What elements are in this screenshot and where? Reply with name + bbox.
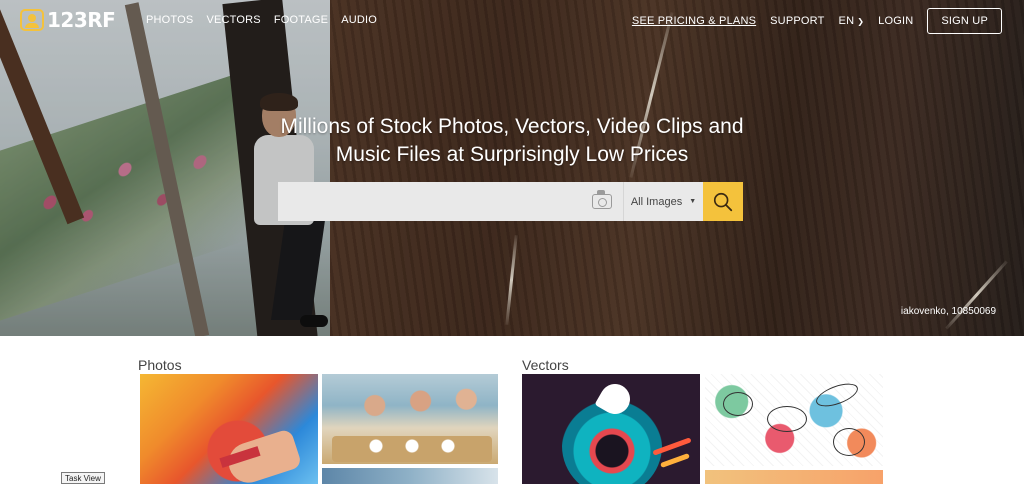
nav-links: PHOTOS VECTORS FOOTAGE AUDIO (146, 14, 377, 26)
nav-link-audio[interactable]: AUDIO (341, 14, 377, 26)
login-link[interactable]: LOGIN (878, 15, 913, 27)
hero-headline: Millions of Stock Photos, Vectors, Video… (262, 113, 762, 169)
search-type-dropdown[interactable]: All Images ▼ (623, 182, 703, 221)
logo-icon (20, 9, 44, 31)
nav-link-footage[interactable]: FOOTAGE (274, 14, 328, 26)
search-type-label: All Images (630, 195, 683, 208)
camera-icon[interactable] (592, 190, 612, 209)
search-button[interactable] (703, 182, 743, 221)
search-icon (713, 192, 733, 211)
language-label: EN (838, 15, 855, 27)
photo-credit: iakovenko, 10850069 (900, 306, 996, 317)
pricing-link[interactable]: SEE PRICING & PLANS (632, 15, 756, 27)
vector-thumbnail[interactable] (522, 374, 700, 484)
photo-thumbnail[interactable] (322, 468, 498, 484)
logo-text: 123RF (47, 8, 116, 32)
nav-link-vectors[interactable]: VECTORS (206, 14, 260, 26)
top-nav: 123RF PHOTOS VECTORS FOOTAGE AUDIO SEE P… (0, 0, 1024, 40)
section-title-photos[interactable]: Photos (138, 357, 182, 373)
nav-right: SEE PRICING & PLANS SUPPORT EN ❯ LOGIN S… (632, 8, 1002, 34)
task-view-tooltip: Task View (61, 472, 105, 484)
search-bar: All Images ▼ (278, 182, 743, 221)
caret-down-icon: ▼ (689, 198, 697, 205)
photo-thumbnail[interactable] (322, 374, 498, 464)
chevron-down-icon: ❯ (857, 16, 865, 26)
photo-thumbnail[interactable] (140, 374, 318, 484)
headline-line-2: Music Files at Surprisingly Low Prices (335, 143, 689, 166)
language-selector[interactable]: EN ❯ (839, 15, 865, 27)
signup-button[interactable]: SIGN UP (927, 8, 1002, 34)
support-link[interactable]: SUPPORT (770, 15, 824, 27)
vector-thumbnail[interactable] (705, 374, 883, 466)
vector-thumbnail[interactable] (705, 470, 883, 484)
logo[interactable]: 123RF (20, 8, 116, 32)
headline-line-1: Millions of Stock Photos, Vectors, Video… (280, 115, 744, 138)
search-input[interactable] (278, 182, 623, 221)
nav-link-photos[interactable]: PHOTOS (146, 14, 193, 26)
section-title-vectors[interactable]: Vectors (522, 357, 569, 373)
